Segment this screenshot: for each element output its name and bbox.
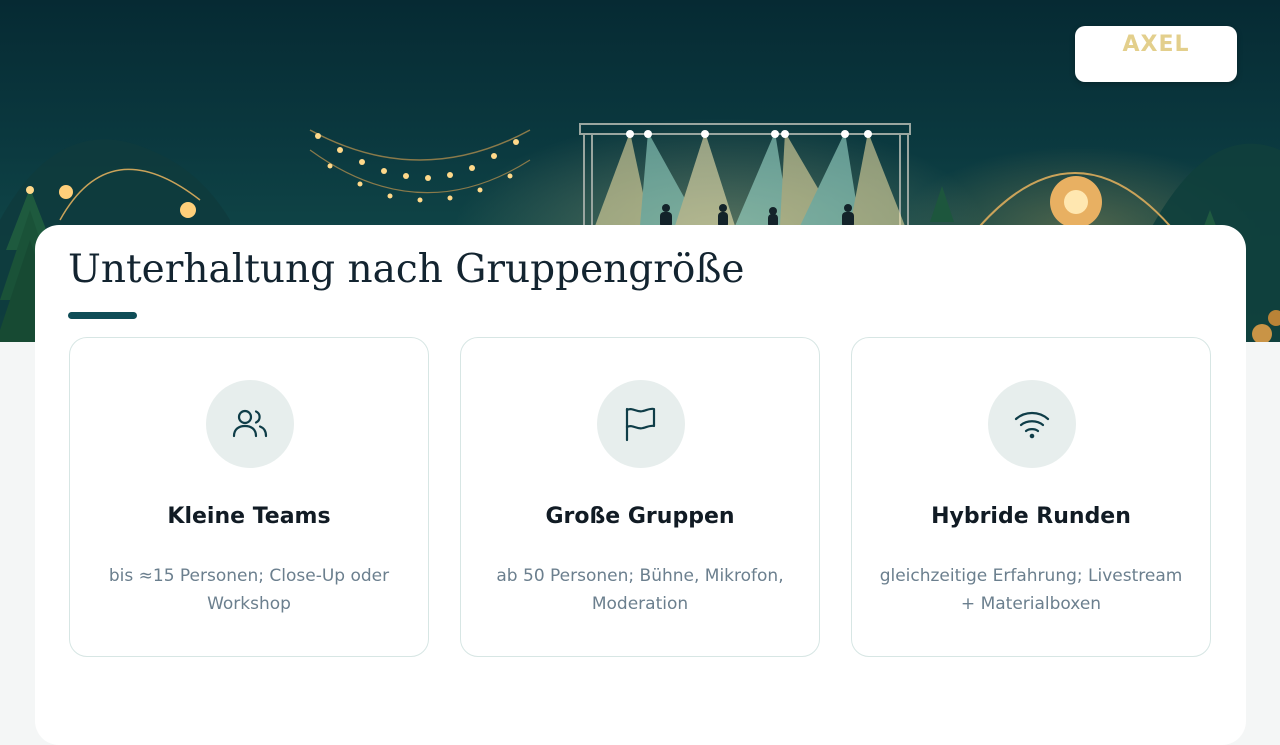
wifi-icon bbox=[988, 380, 1076, 468]
users-icon bbox=[206, 380, 294, 468]
card-description: ab 50 Personen; Bühne, Mikrofon, Moderat… bbox=[496, 566, 784, 614]
card-title: Kleine Teams bbox=[167, 504, 331, 529]
card-title: Hybride Runden bbox=[931, 504, 1131, 529]
title-underline bbox=[68, 312, 137, 319]
card-hybrid-rounds[interactable]: Hybride Runden gleichzeitige Erfahrung; … bbox=[851, 337, 1211, 657]
card-description: gleichzeitige Erfahrung; Livestream + Ma… bbox=[879, 566, 1183, 614]
card-large-groups[interactable]: Große Gruppen ab 50 Personen; Bühne, Mik… bbox=[460, 337, 820, 657]
card-small-teams[interactable]: Kleine Teams bis ≈15 Personen; Close-Up … bbox=[69, 337, 429, 657]
card-title: Große Gruppen bbox=[545, 504, 735, 529]
flag-icon bbox=[597, 380, 685, 468]
card-description: bis ≈15 Personen; Close-Up oder Workshop bbox=[108, 566, 390, 614]
logo-text: AXEL bbox=[1122, 32, 1190, 57]
section-title: Unterhaltung nach Gruppengröße bbox=[68, 247, 745, 292]
logo-button[interactable]: AXEL bbox=[1075, 26, 1237, 82]
group-size-section: Unterhaltung nach Gruppengröße Kleine Te… bbox=[35, 225, 1246, 745]
